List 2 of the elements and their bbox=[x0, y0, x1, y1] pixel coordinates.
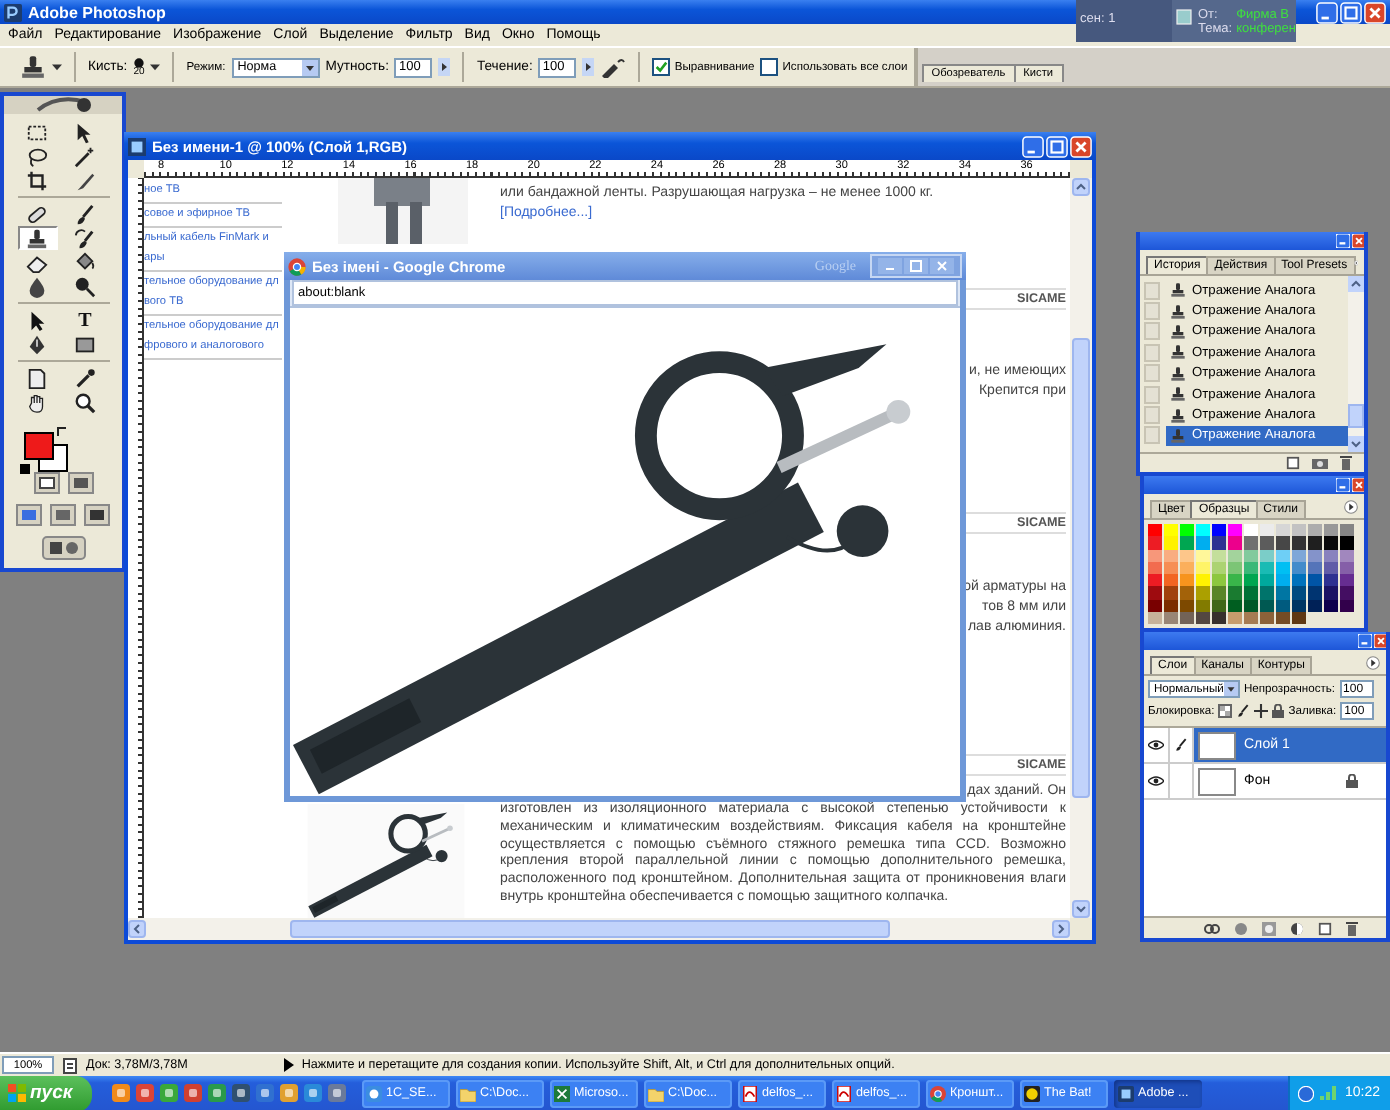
window-title: Adobe Photoshop bbox=[28, 3, 166, 21]
type-tool-button[interactable]: T bbox=[65, 308, 105, 332]
